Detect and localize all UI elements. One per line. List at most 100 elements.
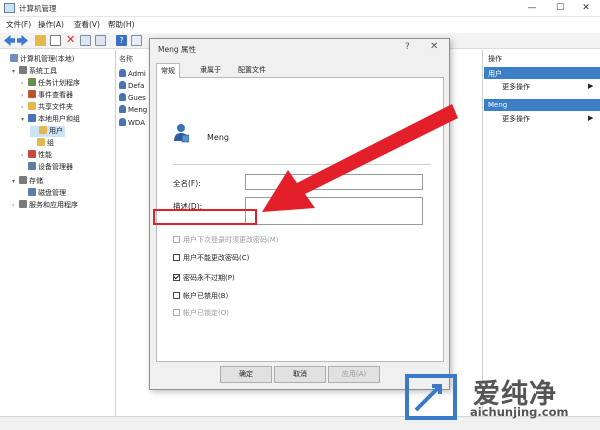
tree-item-label: 设备管理器 <box>38 163 73 171</box>
tree-item[interactable]: ▾ 存储 <box>12 176 43 187</box>
ok-button[interactable]: 确定 <box>220 366 272 383</box>
shared-folder-icon <box>28 102 36 110</box>
password-never-expires-checkbox[interactable]: 密码永不过期(P) <box>173 273 235 283</box>
expand-chevron-icon[interactable]: ▾ <box>12 178 19 185</box>
cancel-button[interactable]: 取消 <box>274 366 326 383</box>
close-icon[interactable]: ✕ <box>430 41 438 52</box>
tree-item-label: 系统工具 <box>29 67 57 75</box>
description-field[interactable] <box>245 197 423 225</box>
export-list-icon[interactable] <box>95 35 106 46</box>
tree-item-label: 本地用户和组 <box>38 115 80 123</box>
checkbox-label: 用户下次登录时须更改密码(M) <box>183 236 279 244</box>
checkbox-box[interactable] <box>173 236 180 243</box>
title-bar <box>0 0 600 17</box>
list-item-label: WDA <box>128 119 145 127</box>
tree-item[interactable]: › 性能 <box>21 150 52 161</box>
forward-icon[interactable] <box>17 35 28 46</box>
tab-profile[interactable]: 配置文件 <box>234 63 270 77</box>
account-locked-checkbox[interactable]: 帐户已锁定(O) <box>173 308 229 318</box>
user-icon <box>119 69 126 77</box>
user-icon <box>119 81 126 89</box>
tree-item[interactable]: › 服务和应用程序 <box>12 200 78 211</box>
expand-chevron-icon[interactable]: › <box>21 92 28 99</box>
menu-action[interactable]: 操作(A) <box>38 19 64 30</box>
minimize-button[interactable]: — <box>524 2 540 15</box>
tree-item[interactable]: ▾ 系统工具 <box>12 66 57 77</box>
more-actions-link[interactable]: 更多操作 <box>502 82 530 92</box>
tree-item[interactable]: 计算机管理(本地) <box>3 54 74 65</box>
actions-section-users[interactable]: 用户 <box>484 67 600 79</box>
list-item[interactable]: Gues <box>119 93 146 102</box>
tab-member-of[interactable]: 隶属于 <box>196 63 225 77</box>
tree-item-label: 用户 <box>49 127 63 135</box>
list-item-label: Gues <box>128 94 146 102</box>
tree-item[interactable]: 组 <box>30 138 54 149</box>
highlight-box <box>153 209 257 225</box>
list-item-label: Meng <box>128 106 148 114</box>
list-item[interactable]: Defa <box>119 81 144 90</box>
checkbox-label: 密码永不过期(P) <box>183 274 235 282</box>
show-hide-tree-icon[interactable] <box>50 35 61 46</box>
column-header-name[interactable]: 名称 <box>119 54 133 64</box>
tree-item-label: 任务计划程序 <box>38 79 80 87</box>
snapin-icon[interactable] <box>131 35 142 46</box>
chevron-right-icon[interactable]: ▶ <box>588 82 593 90</box>
must-change-password-checkbox[interactable]: 用户下次登录时须更改密码(M) <box>173 235 279 245</box>
list-item[interactable]: Meng <box>119 105 147 114</box>
expand-chevron-icon[interactable]: ▾ <box>12 68 19 75</box>
apply-button[interactable]: 应用(A) <box>328 366 380 383</box>
checkbox-box[interactable] <box>173 254 180 261</box>
maximize-button[interactable]: ☐ <box>552 2 568 15</box>
tree-item[interactable]: › 共享文件夹 <box>21 102 73 113</box>
expand-chevron-icon[interactable]: › <box>21 104 28 111</box>
back-icon[interactable] <box>4 35 15 46</box>
tree-item[interactable]: 用户 <box>30 126 65 137</box>
tree-item[interactable]: 设备管理器 <box>21 162 73 173</box>
watermark-logo <box>405 374 457 420</box>
cannot-change-password-checkbox[interactable]: 用户不能更改密码(C) <box>173 253 249 263</box>
tree-item[interactable]: ▾ 本地用户和组 <box>21 114 80 125</box>
menu-bar: 文件(F) 操作(A) 查看(V) 帮助(H) <box>0 17 600 33</box>
help-icon[interactable]: ? <box>116 35 127 46</box>
expand-chevron-icon[interactable]: › <box>21 152 28 159</box>
expand-chevron-icon[interactable]: ▾ <box>21 116 28 123</box>
disk-management-icon <box>28 188 36 196</box>
list-pane-right <box>450 50 483 416</box>
tab-general[interactable]: 常规 <box>156 63 180 78</box>
window-title: 计算机管理 <box>19 4 57 13</box>
tools-icon <box>19 66 27 74</box>
up-folder-icon[interactable] <box>35 35 46 46</box>
tree-item-label: 组 <box>47 139 54 147</box>
properties-icon[interactable] <box>80 35 91 46</box>
tree-item[interactable]: › 事件查看器 <box>21 90 73 101</box>
expand-chevron-icon[interactable]: › <box>21 80 28 87</box>
account-disabled-checkbox[interactable]: 帐户已禁用(B) <box>173 291 228 301</box>
full-name-field[interactable] <box>245 174 423 190</box>
tree-item-label: 服务和应用程序 <box>29 201 78 209</box>
tree-item[interactable]: 磁盘管理 <box>21 188 66 199</box>
expand-chevron-icon[interactable]: › <box>12 202 19 209</box>
more-actions-link[interactable]: 更多操作 <box>502 114 530 124</box>
menu-view[interactable]: 查看(V) <box>74 19 100 30</box>
list-item[interactable]: WDA <box>119 118 145 127</box>
help-icon[interactable]: ? <box>405 42 410 52</box>
full-name-label: 全名(F): <box>173 179 201 188</box>
list-item[interactable]: Admi <box>119 69 146 78</box>
tree-item-label: 共享文件夹 <box>38 103 73 111</box>
dialog-title: Meng 属性 <box>158 45 196 54</box>
delete-icon[interactable]: ✕ <box>66 33 75 46</box>
actions-header: 操作 <box>488 55 502 63</box>
separator <box>173 164 431 165</box>
computer-management-icon <box>10 54 18 62</box>
checkbox-box[interactable] <box>173 309 180 316</box>
tree-item-label: 事件查看器 <box>38 91 73 99</box>
chevron-right-icon[interactable]: ▶ <box>588 114 593 122</box>
menu-help[interactable]: 帮助(H) <box>108 19 135 30</box>
actions-section-meng[interactable]: Meng <box>484 99 600 111</box>
menu-file[interactable]: 文件(F) <box>6 19 31 30</box>
close-button[interactable]: ✕ <box>578 2 594 15</box>
checkbox-box[interactable] <box>173 292 180 299</box>
checkbox-box[interactable] <box>173 274 180 281</box>
tree-item[interactable]: › 任务计划程序 <box>21 78 80 89</box>
users-groups-icon <box>28 114 36 122</box>
